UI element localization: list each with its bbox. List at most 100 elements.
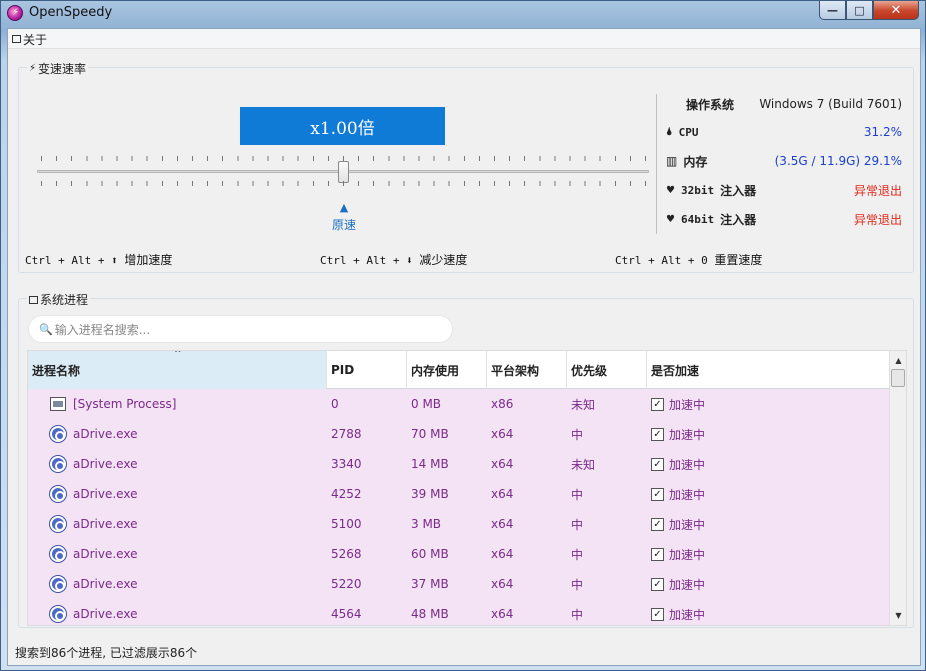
scroll-down-arrow-icon[interactable]: ▼: [890, 608, 906, 623]
priority-cell: 中: [571, 607, 584, 622]
close-button[interactable]: ✕: [873, 1, 919, 20]
table-row[interactable]: aDrive.exe 3340 14 MB x64 未知 ✓ 加速中: [28, 449, 890, 479]
accelerate-cell: ✓ 加速中: [651, 389, 705, 419]
accelerate-checkbox[interactable]: ✓: [651, 607, 664, 621]
accelerate-label: 加速中: [669, 517, 706, 532]
memory-chip-icon: ▥: [666, 154, 678, 168]
maximize-button[interactable]: □: [846, 1, 873, 20]
status-text: 搜索到86个进程, 已过滤展示86个: [15, 645, 198, 660]
os-label: 操作系统: [686, 97, 735, 112]
column-header-accelerated[interactable]: 是否加速: [647, 351, 890, 389]
injector32-bits: 32bit: [680, 183, 715, 197]
injector32-label-group: ♥ 32bit 注入器: [666, 182, 756, 199]
scrollbar-thumb[interactable]: [891, 369, 905, 387]
pid-cell: 0: [331, 397, 339, 411]
hotkey-increase-label: 增加速度: [124, 253, 173, 267]
process-name: aDrive.exe: [73, 547, 138, 561]
table-row[interactable]: aDrive.exe 5100 3 MB x64 中 ✓ 加速中: [28, 509, 890, 539]
accelerate-checkbox[interactable]: ✓: [651, 397, 664, 411]
accelerate-label: 加速中: [669, 397, 706, 412]
process-name-cell: aDrive.exe: [50, 479, 137, 509]
memory-cell: 0 MB: [411, 397, 442, 411]
accelerate-checkbox[interactable]: ✓: [651, 577, 664, 591]
adrive-app-icon: [50, 486, 66, 502]
speed-slider-handle[interactable]: [338, 161, 349, 183]
os-value: Windows 7 (Build 7601): [759, 97, 902, 111]
priority-cell: 未知: [571, 397, 596, 412]
process-name: aDrive.exe: [73, 577, 138, 591]
column-header-arch[interactable]: 平台架构: [487, 351, 567, 389]
table-row[interactable]: [System Process] 0 0 MB x86 未知 ✓ 加速中: [28, 389, 890, 419]
accelerate-checkbox[interactable]: ✓: [651, 517, 664, 531]
cpu-row: 🌢 CPU 31.2%: [666, 122, 902, 142]
droplet-icon: 🌢: [666, 125, 673, 138]
menu-bar: 关于: [8, 29, 920, 49]
speed-multiplier-display: x1.00倍: [240, 107, 445, 145]
accelerate-label: 加速中: [669, 487, 706, 502]
process-name: aDrive.exe: [73, 487, 138, 501]
minimize-button[interactable]: —: [819, 1, 846, 20]
priority-cell: 中: [571, 547, 584, 562]
window-controls: — □ ✕: [819, 1, 919, 20]
scroll-up-arrow-icon[interactable]: ▲: [890, 353, 906, 368]
memory-cell: 39 MB: [411, 487, 449, 501]
adrive-app-icon: [50, 606, 66, 622]
memory-row: ▥ 内存 (3.5G / 11.9G) 29.1%: [666, 151, 902, 171]
process-name-cell: aDrive.exe: [50, 539, 137, 569]
column-header-priority[interactable]: 优先级: [567, 351, 647, 389]
lightning-icon: ⚡: [29, 63, 37, 74]
memory-label: 内存: [683, 154, 708, 169]
original-speed-marker[interactable]: ▲ 原速: [330, 202, 358, 233]
process-name-cell: [System Process]: [50, 389, 176, 419]
column-header-name[interactable]: ^ 进程名称: [28, 351, 327, 389]
adrive-app-icon: [50, 516, 66, 532]
table-row[interactable]: aDrive.exe 4564 48 MB x64 中 ✓ 加速中: [28, 599, 890, 625]
memory-cell: 70 MB: [411, 427, 449, 441]
injector64-bits: 64bit: [680, 212, 715, 226]
process-name-cell: aDrive.exe: [50, 449, 137, 479]
memory-cell: 60 MB: [411, 547, 449, 561]
table-row[interactable]: aDrive.exe 4252 39 MB x64 中 ✓ 加速中: [28, 479, 890, 509]
process-name-cell: aDrive.exe: [50, 419, 137, 449]
process-group-title: 系统进程: [27, 291, 91, 308]
pid-cell: 5220: [331, 577, 362, 591]
table-row[interactable]: aDrive.exe 5220 37 MB x64 中 ✓ 加速中: [28, 569, 890, 599]
memory-cell: 14 MB: [411, 457, 449, 471]
search-icon: 🔍: [39, 322, 53, 336]
menu-item-about[interactable]: 关于: [12, 31, 47, 47]
menu-about-label: 关于: [23, 32, 48, 47]
pid-cell: 2788: [331, 427, 362, 441]
accelerate-cell: ✓ 加速中: [651, 539, 705, 569]
priority-cell: 中: [571, 487, 584, 502]
column-header-pid[interactable]: PID: [327, 351, 407, 389]
arch-cell: x64: [491, 427, 514, 441]
sort-ascending-icon: ^: [174, 350, 182, 359]
system-process-group: 系统进程 🔍 输入进程名搜索... ^ 进程名称 PID 内存使用 平台架构 优…: [18, 291, 914, 628]
accelerate-cell: ✓ 加速中: [651, 479, 705, 509]
table-header: ^ 进程名称 PID 内存使用 平台架构 优先级 是否加速: [28, 351, 890, 389]
app-logo-glyph: ⚡: [12, 7, 20, 18]
injector32-label: 注入器: [720, 183, 757, 198]
injector32-row: ♥ 32bit 注入器 异常退出: [666, 180, 902, 200]
priority-cell: 中: [571, 427, 584, 442]
column-header-memory[interactable]: 内存使用: [407, 351, 487, 389]
pid-cell: 3340: [331, 457, 362, 471]
accelerate-checkbox[interactable]: ✓: [651, 547, 664, 561]
client-area: 关于 ⚡ 变速速率 x1.00倍 ▲ 原速 Ctrl + Alt + ⬆ 增加速…: [7, 28, 921, 666]
process-search-input[interactable]: 🔍 输入进程名搜索...: [28, 315, 453, 343]
memory-label-group: ▥ 内存: [666, 153, 707, 170]
window-icon: [12, 35, 21, 43]
pid-cell: 5268: [331, 547, 362, 561]
cpu-value: 31.2%: [863, 125, 902, 139]
title-bar[interactable]: ⚡ OpenSpeedy — □ ✕: [1, 1, 925, 27]
accelerate-checkbox[interactable]: ✓: [651, 457, 664, 471]
vertical-scrollbar[interactable]: ▲ ▼: [889, 351, 906, 625]
accelerate-checkbox[interactable]: ✓: [651, 487, 664, 501]
injector64-row: ♥ 64bit 注入器 异常退出: [666, 209, 902, 229]
process-name: aDrive.exe: [73, 517, 138, 531]
accelerate-checkbox[interactable]: ✓: [651, 427, 664, 441]
injector64-label-group: ♥ 64bit 注入器: [666, 211, 756, 228]
table-row[interactable]: aDrive.exe 5268 60 MB x64 中 ✓ 加速中: [28, 539, 890, 569]
hotkey-decrease-keys: Ctrl + Alt + ⬇: [320, 254, 413, 267]
table-row[interactable]: aDrive.exe 2788 70 MB x64 中 ✓ 加速中: [28, 419, 890, 449]
